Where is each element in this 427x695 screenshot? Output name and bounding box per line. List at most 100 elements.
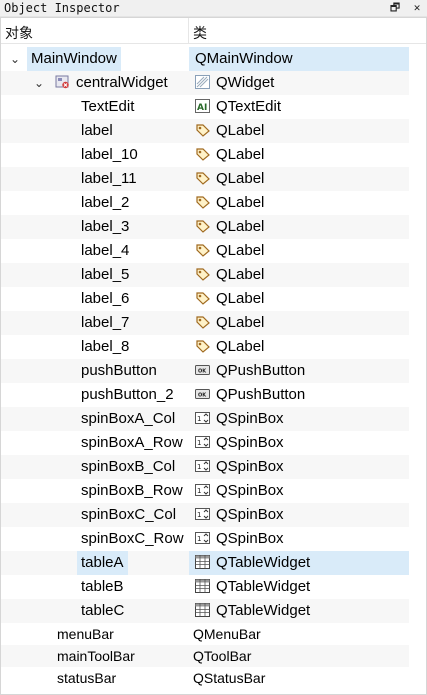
svg-text:1: 1	[197, 415, 201, 423]
float-icon[interactable]: 🗗	[389, 0, 401, 16]
inspector-titlebar: Object Inspector 🗗 ✕	[0, 0, 427, 17]
class-name: QLabel	[216, 338, 265, 355]
layout-broken-icon	[55, 75, 70, 89]
tree-row-label-8[interactable]: label_8 QLabel	[1, 335, 409, 359]
svg-text:1: 1	[197, 487, 201, 495]
header-class[interactable]: 类	[189, 18, 409, 44]
class-name: QPushButton	[216, 362, 306, 379]
titlebar-buttons: 🗗 ✕	[389, 0, 423, 16]
class-name: QMainWindow	[189, 47, 409, 71]
class-name: QToolBar	[193, 648, 252, 664]
object-name: spinBoxB_Row	[81, 482, 183, 499]
tree-row-maintoolbar[interactable]: mainToolBar QToolBar	[1, 645, 409, 667]
tree-row-label-4[interactable]: label_4 QLabel	[1, 239, 409, 263]
class-cell: QWidget	[189, 71, 409, 95]
class-name: QSpinBox	[216, 410, 284, 427]
tree-row-spinboxc-row[interactable]: spinBoxC_Row 1 QSpinBox	[1, 527, 409, 551]
object-name: label_11	[81, 170, 137, 187]
svg-text:1: 1	[197, 439, 201, 447]
class-name: QWidget	[216, 74, 275, 91]
tag-icon	[195, 243, 210, 257]
table-icon	[195, 603, 210, 617]
class-name: QTableWidget	[216, 602, 311, 619]
tag-icon	[195, 147, 210, 161]
object-name: label_2	[81, 194, 130, 211]
tree-row-label[interactable]: label QLabel	[1, 119, 409, 143]
tree-row-label-11[interactable]: label_11 QLabel	[1, 167, 409, 191]
tree-row-tablea[interactable]: tableA QTableWidget	[1, 551, 409, 575]
spinbox-icon: 1	[195, 459, 210, 473]
tree-row-label-10[interactable]: label_10 QLabel	[1, 143, 409, 167]
object-name: spinBoxA_Col	[81, 410, 176, 427]
object-name-cell: ⌄ centralWidget	[1, 71, 189, 95]
class-name: QStatusBar	[193, 670, 266, 686]
tree-row-mainwindow[interactable]: ⌄ MainWindow QMainWindow	[1, 47, 409, 71]
class-name: QSpinBox	[216, 458, 284, 475]
chevron-down-icon[interactable]: ⌄	[7, 47, 23, 71]
object-name: MainWindow	[27, 47, 121, 71]
svg-text:1: 1	[197, 511, 201, 519]
tree-row-tableb[interactable]: tableB QTableWidget	[1, 575, 409, 599]
tree-row-pushbutton[interactable]: pushButton OK QPushButton	[1, 359, 409, 383]
tree-row-spinboxa-row[interactable]: spinBoxA_Row 1 QSpinBox	[1, 431, 409, 455]
object-name: label_6	[81, 290, 130, 307]
pushbutton-icon: OK	[195, 363, 210, 377]
tree-row-spinboxb-col[interactable]: spinBoxB_Col 1 QSpinBox	[1, 455, 409, 479]
tree-row-textedit[interactable]: TextEdit AI QTextEdit	[1, 95, 409, 119]
object-name: label_3	[81, 218, 130, 235]
class-name: QLabel	[216, 146, 265, 163]
tree-row-centralwidget[interactable]: ⌄ centralWidget QWidget	[1, 71, 409, 95]
spinbox-icon: 1	[195, 483, 210, 497]
tag-icon	[195, 291, 210, 305]
object-name: TextEdit	[81, 98, 135, 115]
tag-icon	[195, 339, 210, 353]
class-name: QSpinBox	[216, 482, 284, 499]
object-name: label_5	[81, 266, 130, 283]
tree-row-spinboxa-col[interactable]: spinBoxA_Col 1 QSpinBox	[1, 407, 409, 431]
pushbutton-icon: OK	[195, 387, 210, 401]
chevron-down-icon[interactable]: ⌄	[31, 71, 47, 95]
svg-text:1: 1	[197, 535, 201, 543]
object-name: menuBar	[57, 626, 114, 642]
tree-row-label-3[interactable]: label_3 QLabel	[1, 215, 409, 239]
class-name: QTableWidget	[216, 554, 311, 571]
object-name: label_8	[81, 338, 130, 355]
class-name: QLabel	[216, 314, 265, 331]
header-object[interactable]: 对象	[1, 18, 189, 44]
tree-header: 对象 类	[1, 18, 426, 44]
tree-row-statusbar[interactable]: statusBar QStatusBar	[1, 667, 409, 689]
table-icon	[195, 555, 210, 569]
object-name: pushButton_2	[81, 386, 174, 403]
vertical-scrollbar[interactable]	[409, 45, 426, 694]
tag-icon	[195, 171, 210, 185]
tree-row-label-2[interactable]: label_2 QLabel	[1, 191, 409, 215]
close-icon[interactable]: ✕	[411, 0, 423, 16]
object-name: spinBoxB_Col	[81, 458, 176, 475]
tag-icon	[195, 195, 210, 209]
spinbox-icon: 1	[195, 507, 210, 521]
tree-row-tablec[interactable]: tableC QTableWidget	[1, 599, 409, 623]
window-title: Object Inspector	[4, 1, 120, 15]
class-name: QLabel	[216, 266, 265, 283]
svg-text:1: 1	[197, 463, 201, 471]
class-name: QLabel	[216, 194, 265, 211]
tree-row-spinboxb-row[interactable]: spinBoxB_Row 1 QSpinBox	[1, 479, 409, 503]
object-name: statusBar	[57, 670, 117, 686]
class-name: QLabel	[216, 290, 265, 307]
tree-row-label-5[interactable]: label_5 QLabel	[1, 263, 409, 287]
object-name: label_10	[81, 146, 138, 163]
tree-row-label-6[interactable]: label_6 QLabel	[1, 287, 409, 311]
class-name: QLabel	[216, 170, 265, 187]
spinbox-icon: 1	[195, 435, 210, 449]
table-icon	[195, 579, 210, 593]
object-name: spinBoxC_Row	[81, 530, 184, 547]
tree-row-label-7[interactable]: label_7 QLabel	[1, 311, 409, 335]
class-name: QMenuBar	[193, 626, 261, 642]
object-name: spinBoxC_Col	[81, 506, 177, 523]
tree-row-menubar[interactable]: menuBar QMenuBar	[1, 623, 409, 645]
tag-icon	[195, 123, 210, 137]
tree-row-pushbutton-2[interactable]: pushButton_2 OK QPushButton	[1, 383, 409, 407]
object-name: pushButton	[81, 362, 157, 379]
class-name: QSpinBox	[216, 434, 284, 451]
tree-row-spinboxc-col[interactable]: spinBoxC_Col 1 QSpinBox	[1, 503, 409, 527]
